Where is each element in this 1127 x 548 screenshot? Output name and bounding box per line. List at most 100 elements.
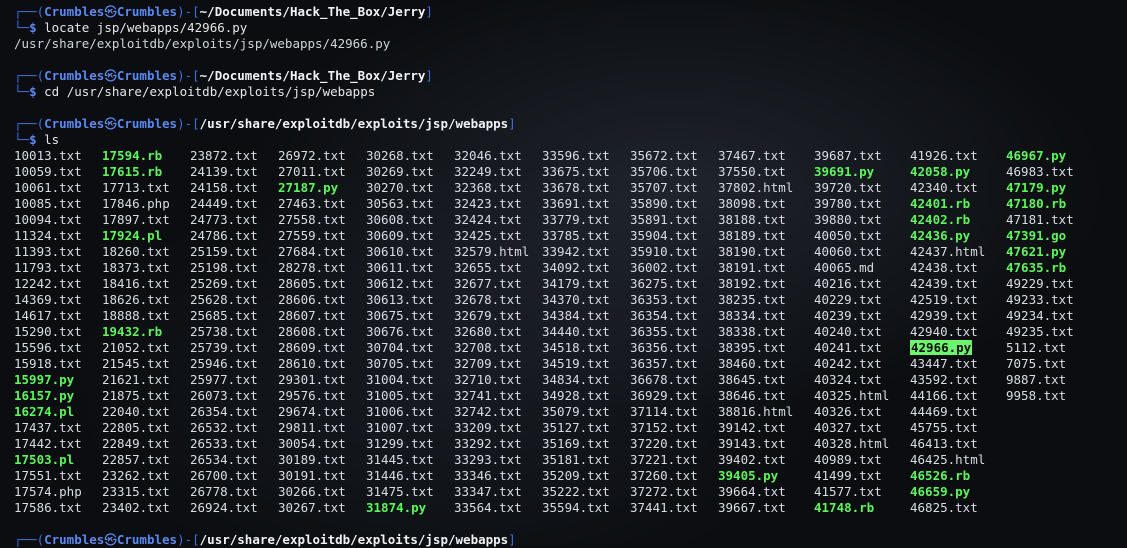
file-entry: 35209.txt — [542, 468, 610, 483]
file-entry: 11393.txt — [14, 244, 82, 259]
file-entry: 43447.txt — [910, 356, 978, 371]
file-entry: 16274.pl — [14, 404, 75, 419]
file-entry: 30266.txt — [278, 484, 346, 499]
file-entry: 42519.txt — [910, 292, 978, 307]
file-entry: 39405.py — [718, 468, 779, 483]
file-entry: 17574.php — [14, 484, 82, 499]
file-entry: 40324.txt — [814, 372, 882, 387]
file-entry: 21052.txt — [102, 340, 170, 355]
command-text: cd /usr/share/exploitdb/exploits/jsp/web… — [44, 84, 376, 99]
file-entry: 49234.txt — [1006, 308, 1074, 323]
file-entry: 35706.txt — [630, 164, 698, 179]
file-entry: 21621.txt — [102, 372, 170, 387]
file-entry: 36353.txt — [630, 292, 698, 307]
file-entry: 42058.py — [910, 164, 971, 179]
file-entry: 41577.txt — [814, 484, 882, 499]
file-entry: 34518.txt — [542, 340, 610, 355]
file-entry: 31005.txt — [366, 388, 434, 403]
file-entry: 27187.py — [278, 180, 339, 195]
file-entry: 25159.txt — [190, 244, 258, 259]
file-entry: 35594.txt — [542, 500, 610, 515]
file-entry: 46825.txt — [910, 500, 978, 515]
file-entry: 35891.txt — [630, 212, 698, 227]
file-entry: 10085.txt — [14, 196, 82, 211]
file-entry: 40241.txt — [814, 340, 882, 355]
file-entry: 40327.txt — [814, 420, 882, 435]
file-entry: 40239.txt — [814, 308, 882, 323]
file-entry: 32424.txt — [454, 212, 522, 227]
file-entry: 32249.txt — [454, 164, 522, 179]
file-entry-highlighted: 42966.py — [910, 340, 973, 355]
file-entry: 36929.txt — [630, 388, 698, 403]
file-entry: 38191.txt — [718, 260, 786, 275]
file-entry: 36354.txt — [630, 308, 698, 323]
file-entry: 26700.txt — [190, 468, 258, 483]
prompt-line-3: ┌──(Crumbles㉿Crumbles)-[/usr/share/explo… — [14, 116, 516, 131]
file-entry: 33292.txt — [454, 436, 522, 451]
file-entry: 26354.txt — [190, 404, 258, 419]
file-entry: 36275.txt — [630, 276, 698, 291]
file-entry: 32368.txt — [454, 180, 522, 195]
file-entry: 37152.txt — [630, 420, 698, 435]
file-entry: 32677.txt — [454, 276, 522, 291]
file-entry: 24773.txt — [190, 212, 258, 227]
file-entry: 41499.txt — [814, 468, 882, 483]
file-entry: 40050.txt — [814, 228, 882, 243]
file-entry: 25269.txt — [190, 276, 258, 291]
file-entry: 32425.txt — [454, 228, 522, 243]
file-entry: 38338.txt — [718, 324, 786, 339]
file-entry: 31007.txt — [366, 420, 434, 435]
command-line-1: └─$ locate jsp/webapps/42966.py — [14, 20, 248, 35]
file-entry: 32710.txt — [454, 372, 522, 387]
file-entry: 30563.txt — [366, 196, 434, 211]
file-entry: 25739.txt — [190, 340, 258, 355]
file-entry: 30704.txt — [366, 340, 434, 355]
file-entry: 26778.txt — [190, 484, 258, 499]
file-entry: 17551.txt — [14, 468, 82, 483]
file-entry: 40060.txt — [814, 244, 882, 259]
file-entry: 42437.html — [910, 244, 986, 259]
file-entry: 10013.txt — [14, 148, 82, 163]
file-entry: 28608.txt — [278, 324, 346, 339]
file-entry: 17713.txt — [102, 180, 170, 195]
file-entry: 25685.txt — [190, 308, 258, 323]
file-entry: 23262.txt — [102, 468, 170, 483]
file-entry: 30269.txt — [366, 164, 434, 179]
file-entry: 14369.txt — [14, 292, 82, 307]
file-entry: 18888.txt — [102, 308, 170, 323]
file-entry: 37550.txt — [718, 164, 786, 179]
file-entry: 40065.md — [814, 260, 875, 275]
file-entry: 39880.txt — [814, 212, 882, 227]
terminal-window[interactable]: ┌──(Crumbles㉿Crumbles)-[~/Documents/Hack… — [0, 0, 1127, 547]
file-entry: 28610.txt — [278, 356, 346, 371]
file-entry: 32046.txt — [454, 148, 522, 163]
file-entry: 33785.txt — [542, 228, 610, 243]
file-entry: 38235.txt — [718, 292, 786, 307]
file-entry: 36002.txt — [630, 260, 698, 275]
file-entry: 35910.txt — [630, 244, 698, 259]
file-entry: 39402.txt — [718, 452, 786, 467]
file-entry: 39667.txt — [718, 500, 786, 515]
file-entry: 29674.txt — [278, 404, 346, 419]
file-entry: 38098.txt — [718, 196, 786, 211]
file-entry: 30054.txt — [278, 436, 346, 451]
file-entry: 31475.txt — [366, 484, 434, 499]
file-entry: 12242.txt — [14, 276, 82, 291]
file-entry: 40325.html — [814, 388, 890, 403]
file-entry: 32709.txt — [454, 356, 522, 371]
file-entry: 37114.txt — [630, 404, 698, 419]
file-entry: 33209.txt — [454, 420, 522, 435]
command-line-3: └─$ ls — [14, 132, 60, 147]
file-entry: 35169.txt — [542, 436, 610, 451]
file-entry: 40240.txt — [814, 324, 882, 339]
file-entry: 46983.txt — [1006, 164, 1074, 179]
file-entry: 33675.txt — [542, 164, 610, 179]
file-entry: 39664.txt — [718, 484, 786, 499]
file-entry: 14617.txt — [14, 308, 82, 323]
file-entry: 35672.txt — [630, 148, 698, 163]
file-entry: 46425.html — [910, 452, 986, 467]
prompt-line-1: ┌──(Crumbles㉿Crumbles)-[~/Documents/Hack… — [14, 4, 433, 19]
file-entry: 30608.txt — [366, 212, 434, 227]
file-entry: 27684.txt — [278, 244, 346, 259]
file-entry: 30611.txt — [366, 260, 434, 275]
